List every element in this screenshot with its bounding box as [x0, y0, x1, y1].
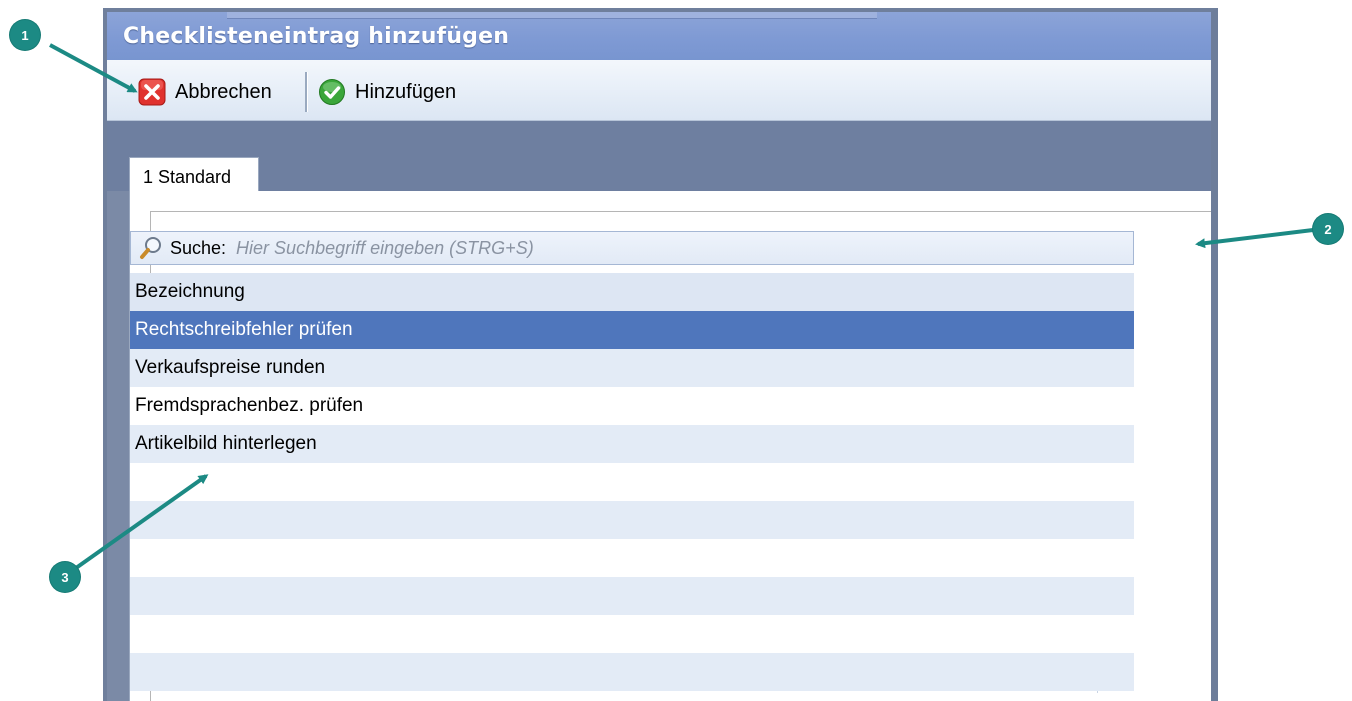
checkmark-icon [318, 78, 346, 106]
cancel-button-label: Abbrechen [175, 80, 272, 103]
checklist-grid: Bezeichnung Rechtschreibfehler prüfen Ve… [130, 273, 1134, 691]
table-cell: Fremdsprachenbez. prüfen [135, 395, 364, 416]
dialog-window: Checklisteneintrag hinzufügen Abbrechen [103, 8, 1218, 701]
search-label: Suche: [170, 237, 227, 258]
table-row[interactable]: Fremdsprachenbez. prüfen [130, 387, 1134, 425]
empty-row [130, 539, 1134, 577]
table-cell: Artikelbild hinterlegen [135, 433, 317, 454]
table-cell: Verkaufspreise runden [135, 357, 326, 378]
empty-row [130, 653, 1134, 691]
tab-strip: 1 Standard [107, 121, 1211, 197]
callout-badge-3: 3 [50, 562, 80, 592]
column-header-bezeichnung[interactable]: Bezeichnung [130, 273, 1134, 311]
empty-row [130, 463, 1134, 501]
table-cell: Rechtschreibfehler prüfen [135, 319, 353, 340]
empty-row [130, 501, 1134, 539]
empty-row [130, 577, 1134, 615]
callout-badge-1: 1 [10, 20, 40, 50]
cancel-icon [138, 78, 166, 106]
toolbar-separator [305, 72, 308, 112]
search-input[interactable] [236, 237, 1133, 259]
window-title: Checklisteneintrag hinzufügen [123, 24, 510, 49]
add-button[interactable]: Hinzufügen [318, 76, 456, 108]
table-row[interactable]: Verkaufspreise runden [130, 349, 1134, 387]
add-button-label: Hinzufügen [355, 80, 457, 103]
toolbar: Abbrechen Hinzufügen [107, 60, 1211, 121]
title-bar-strip [227, 12, 877, 19]
callout-badge-2: 2 [1313, 214, 1343, 244]
search-icon [138, 235, 164, 261]
title-bar: Checklisteneintrag hinzufügen [107, 12, 1211, 60]
selection-bar [1120, 311, 1134, 349]
search-bar[interactable]: Suche: [130, 231, 1134, 265]
cancel-button[interactable]: Abbrechen [138, 76, 272, 108]
table-row[interactable]: Artikelbild hinterlegen [130, 425, 1134, 463]
table-row[interactable]: Rechtschreibfehler prüfen [130, 311, 1134, 349]
empty-row [130, 615, 1134, 653]
